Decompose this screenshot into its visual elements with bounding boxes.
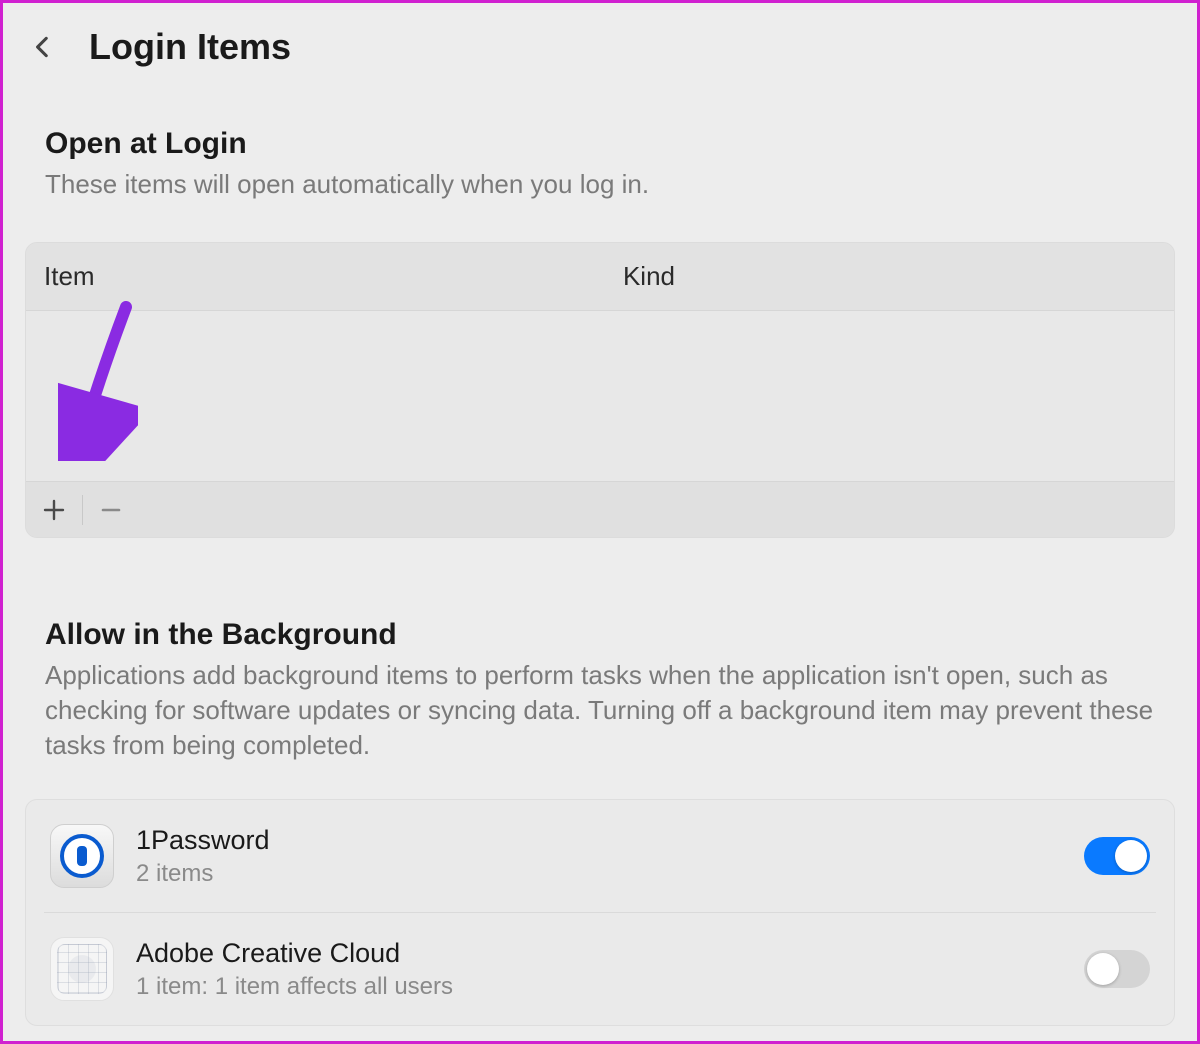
plus-icon — [43, 499, 65, 521]
page-header: Login Items — [3, 3, 1197, 75]
app-name: 1Password — [136, 825, 1084, 856]
annotation-arrow — [58, 301, 138, 461]
page-title: Login Items — [89, 26, 291, 68]
open-at-login-desc: These items will open automatically when… — [45, 167, 1155, 202]
background-section: Allow in the Background Applications add… — [3, 618, 1197, 763]
open-at-login-section: Open at Login These items will open auto… — [3, 127, 1197, 202]
app-name: Adobe Creative Cloud — [136, 938, 1084, 969]
back-button[interactable] — [21, 25, 65, 69]
app-text: Adobe Creative Cloud 1 item: 1 item affe… — [136, 938, 1084, 1001]
chevron-left-icon — [30, 34, 56, 60]
app-icon-adobe — [50, 937, 114, 1001]
column-header-kind[interactable]: Kind — [623, 261, 1174, 292]
app-subtext: 1 item: 1 item affects all users — [136, 973, 1084, 1001]
toggle-adobe[interactable] — [1084, 950, 1150, 988]
onepassword-icon — [60, 834, 104, 878]
open-at-login-title: Open at Login — [45, 127, 1155, 161]
app-subtext: 2 items — [136, 860, 1084, 888]
column-header-item[interactable]: Item — [26, 261, 623, 292]
toggle-knob — [1115, 840, 1147, 872]
background-app-row: Adobe Creative Cloud 1 item: 1 item affe… — [44, 913, 1156, 1025]
toggle-knob — [1087, 953, 1119, 985]
background-desc: Applications add background items to per… — [45, 658, 1155, 763]
table-footer — [26, 481, 1174, 537]
toggle-1password[interactable] — [1084, 837, 1150, 875]
app-icon-1password — [50, 824, 114, 888]
minus-icon — [100, 499, 122, 521]
add-login-item-button[interactable] — [26, 482, 82, 538]
login-items-table: Item Kind — [25, 242, 1175, 538]
adobe-creative-cloud-icon — [57, 944, 107, 994]
background-title: Allow in the Background — [45, 618, 1155, 652]
background-app-row: 1Password 2 items — [44, 800, 1156, 913]
table-body-empty — [26, 311, 1174, 481]
table-header-row: Item Kind — [26, 243, 1174, 311]
remove-login-item-button[interactable] — [83, 482, 139, 538]
app-text: 1Password 2 items — [136, 825, 1084, 888]
background-apps-list: 1Password 2 items Adobe Creative Cloud 1… — [25, 799, 1175, 1026]
